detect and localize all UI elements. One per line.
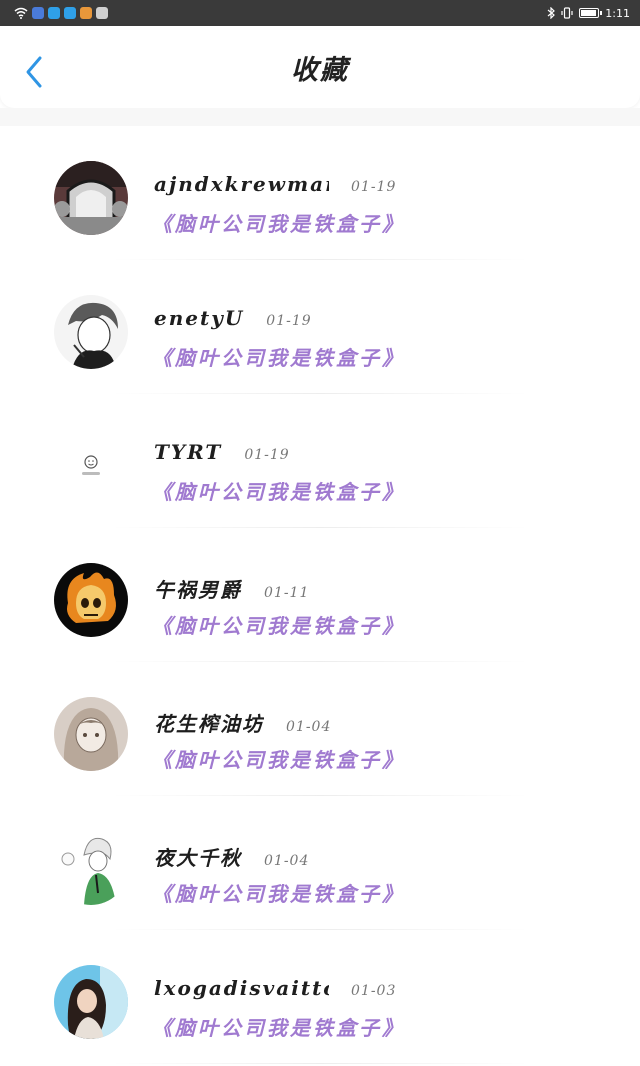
username[interactable]: lxogadisvaittond... <box>154 976 329 1000</box>
username[interactable]: 花生榨油坊 <box>154 708 264 737</box>
avatar[interactable] <box>54 563 128 637</box>
app-icon-5 <box>96 7 108 19</box>
avatar-white-hair-boy <box>54 831 128 905</box>
status-right: 1:11 <box>547 7 630 20</box>
avatar-smiley-good <box>54 429 128 503</box>
divider <box>110 1063 530 1064</box>
avatar[interactable] <box>54 429 128 503</box>
header: 收藏 <box>0 26 640 108</box>
avatar[interactable] <box>54 697 128 771</box>
app-icon-1 <box>32 7 44 19</box>
avatar-sketch-boy <box>54 295 128 369</box>
date: 01-19 <box>351 179 397 195</box>
username[interactable]: ajndxkrewmarmc <box>154 172 329 196</box>
user-line: enetyU 01-19 <box>154 306 312 330</box>
list-item[interactable]: 午祸男爵 01-11 《脑叶公司我是铁盒子》 <box>0 528 640 662</box>
chevron-left-icon <box>26 56 42 88</box>
wifi-icon <box>14 7 28 19</box>
book-title[interactable]: 《脑叶公司我是铁盒子》 <box>152 610 405 639</box>
username[interactable]: 夜大千秋 <box>154 842 242 871</box>
date: 01-11 <box>264 585 310 601</box>
list-item[interactable]: lxogadisvaittond... 01-03 《脑叶公司我是铁盒子》 <box>0 930 640 1064</box>
username[interactable]: 午祸男爵 <box>154 574 242 603</box>
avatar[interactable] <box>54 295 128 369</box>
list-item[interactable]: enetyU 01-19 《脑叶公司我是铁盒子》 <box>0 260 640 394</box>
page-title: 收藏 <box>291 54 349 86</box>
user-line: TYRT 01-19 <box>154 440 290 464</box>
username[interactable]: TYRT <box>154 440 222 464</box>
date: 01-03 <box>351 983 397 999</box>
avatar-girl-photo <box>54 965 128 1039</box>
app-icon-3 <box>64 7 76 19</box>
list-item[interactable]: 花生榨油坊 01-04 《脑叶公司我是铁盒子》 <box>0 662 640 796</box>
date: 01-04 <box>286 719 332 735</box>
date: 01-19 <box>244 447 290 463</box>
list-item[interactable]: 夜大千秋 01-04 《脑叶公司我是铁盒子》 <box>0 796 640 930</box>
user-line: ajndxkrewmarmc 01-19 <box>154 172 396 196</box>
app-icon-4 <box>80 7 92 19</box>
user-line: 午祸男爵 01-11 <box>154 574 309 603</box>
list-item[interactable]: ajndxkrewmarmc 01-19 《脑叶公司我是铁盒子》 <box>0 126 640 260</box>
status-bar: 1:11 <box>0 0 640 26</box>
avatar-anime-girl <box>54 697 128 771</box>
book-title[interactable]: 《脑叶公司我是铁盒子》 <box>152 476 405 505</box>
user-line: 夜大千秋 01-04 <box>154 842 309 871</box>
avatar[interactable] <box>54 831 128 905</box>
avatar-flaming-skull <box>54 563 128 637</box>
book-title[interactable]: 《脑叶公司我是铁盒子》 <box>152 342 405 371</box>
bluetooth-icon <box>547 7 556 19</box>
app-icon-2 <box>48 7 60 19</box>
header-gap <box>0 108 640 126</box>
status-time: 1:11 <box>605 6 630 20</box>
book-title[interactable]: 《脑叶公司我是铁盒子》 <box>152 744 405 773</box>
avatar-garden-gate <box>54 161 128 235</box>
date: 01-19 <box>266 313 312 329</box>
user-line: 花生榨油坊 01-04 <box>154 708 331 737</box>
book-title[interactable]: 《脑叶公司我是铁盒子》 <box>152 878 405 907</box>
list-item[interactable]: TYRT 01-19 《脑叶公司我是铁盒子》 <box>0 394 640 528</box>
favorites-list: ajndxkrewmarmc 01-19 《脑叶公司我是铁盒子》 enetyU … <box>0 126 640 1064</box>
back-button[interactable] <box>18 54 50 90</box>
username[interactable]: enetyU <box>154 306 244 330</box>
avatar[interactable] <box>54 965 128 1039</box>
date: 01-04 <box>264 853 310 869</box>
book-title[interactable]: 《脑叶公司我是铁盒子》 <box>152 1012 405 1041</box>
status-left <box>14 7 108 19</box>
vibrate-icon <box>561 7 573 19</box>
book-title[interactable]: 《脑叶公司我是铁盒子》 <box>152 208 405 237</box>
avatar[interactable] <box>54 161 128 235</box>
user-line: lxogadisvaittond... 01-03 <box>154 976 396 1000</box>
battery-icon <box>579 8 603 18</box>
